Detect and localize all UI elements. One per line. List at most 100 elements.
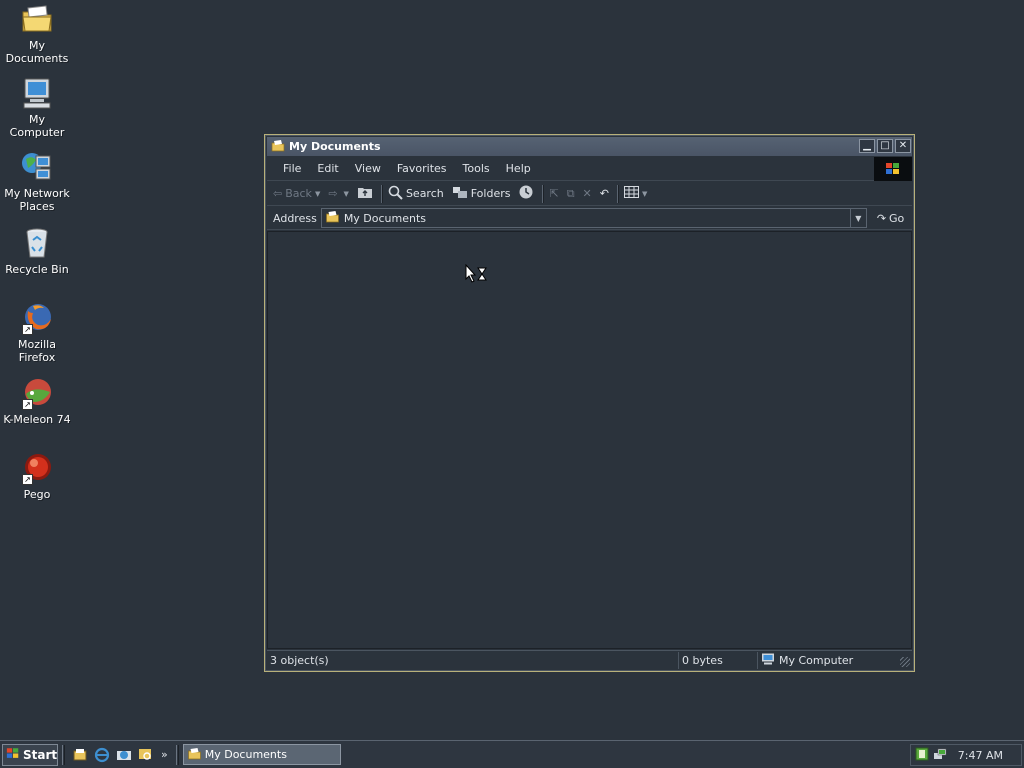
menu-tools[interactable]: Tools bbox=[455, 162, 498, 175]
folder-documents-icon bbox=[325, 210, 340, 226]
desktop-icon-k-meleon[interactable]: ↗ K-Meleon 74 bbox=[0, 376, 74, 426]
status-size: 0 bytes bbox=[679, 651, 758, 669]
go-arrow-icon: ↷ bbox=[876, 211, 887, 225]
explorer-window[interactable]: My Documents ▁ □ ✕ File Edit View Favori… bbox=[264, 134, 915, 672]
start-button[interactable]: Start bbox=[2, 743, 58, 766]
desktop-icon-my-computer[interactable]: My Computer bbox=[0, 76, 74, 139]
forward-button[interactable]: ⇨ ▼ bbox=[328, 187, 349, 200]
tray-app-icon[interactable] bbox=[915, 747, 929, 764]
minimize-icon: ▁ bbox=[863, 140, 871, 151]
maximize-button[interactable]: □ bbox=[877, 139, 893, 153]
kmeleon-icon: ↗ bbox=[20, 376, 54, 410]
firefox-icon: ↗ bbox=[20, 301, 54, 335]
desktop-icon-label: Recycle Bin bbox=[5, 263, 69, 276]
delete-button[interactable]: ✕ bbox=[583, 187, 592, 200]
search-button[interactable]: Search bbox=[388, 185, 444, 203]
up-folder-button[interactable] bbox=[357, 185, 373, 202]
desktop-icon-my-documents[interactable]: My Documents bbox=[0, 2, 74, 65]
quicklaunch-search-icon[interactable] bbox=[137, 746, 155, 764]
menu-help[interactable]: Help bbox=[498, 162, 539, 175]
network-icon bbox=[20, 150, 54, 184]
desktop-icon-my-network-places[interactable]: My Network Places bbox=[0, 150, 74, 213]
history-icon bbox=[518, 184, 534, 203]
minimize-button[interactable]: ▁ bbox=[859, 139, 875, 153]
copy-to-button[interactable]: ⧉ bbox=[567, 187, 575, 201]
history-button[interactable] bbox=[518, 184, 534, 203]
copy-to-icon: ⧉ bbox=[566, 186, 575, 200]
desktop-icon-label: K-Meleon 74 bbox=[3, 413, 71, 426]
taskbar-button-my-documents[interactable]: My Documents bbox=[182, 744, 341, 765]
undo-button[interactable]: ↶ bbox=[600, 187, 609, 200]
address-value: My Documents bbox=[343, 211, 427, 225]
busy-cursor-icon bbox=[465, 263, 489, 287]
views-grid-icon bbox=[623, 186, 639, 201]
windows-logo-icon bbox=[874, 157, 912, 181]
search-label: Search bbox=[405, 187, 444, 200]
computer-icon bbox=[20, 76, 54, 110]
desktop-icon-label: My Computer bbox=[9, 113, 65, 139]
pego-icon: ↗ bbox=[20, 451, 54, 485]
taskbar: Start » My Documents 7:47 AM bbox=[0, 740, 1024, 768]
title-bar[interactable]: My Documents ▁ □ ✕ bbox=[267, 137, 912, 156]
address-dropdown-button[interactable]: ▼ bbox=[849, 209, 866, 227]
file-list-area[interactable] bbox=[267, 231, 912, 649]
tray-network-icon[interactable] bbox=[933, 747, 947, 764]
address-input[interactable]: My Documents ▼ bbox=[320, 208, 867, 228]
address-bar: Address My Documents ▼ ↷ Go bbox=[267, 207, 912, 230]
desktop-icon-label: Pego bbox=[23, 488, 51, 501]
menu-view[interactable]: View bbox=[347, 162, 389, 175]
toolbar-separator bbox=[542, 184, 544, 203]
back-label: Back bbox=[285, 187, 312, 200]
close-button[interactable]: ✕ bbox=[895, 139, 911, 153]
folder-documents-icon bbox=[271, 139, 285, 155]
folders-button[interactable]: Folders bbox=[452, 185, 511, 202]
toolbar-separator bbox=[616, 184, 618, 203]
taskbar-separator bbox=[175, 744, 179, 765]
quicklaunch-more-button[interactable]: » bbox=[161, 748, 168, 761]
maximize-icon: □ bbox=[880, 140, 890, 151]
menu-bar: File Edit View Favorites Tools Help bbox=[267, 157, 912, 181]
folders-label: Folders bbox=[470, 187, 511, 200]
status-location: My Computer bbox=[758, 652, 908, 669]
delete-icon: ✕ bbox=[582, 187, 592, 200]
shortcut-arrow-icon: ↗ bbox=[22, 474, 33, 485]
move-to-icon: ⇱ bbox=[549, 187, 559, 200]
desktop-icon-mozilla-firefox[interactable]: ↗ Mozilla Firefox bbox=[0, 301, 74, 364]
shortcut-arrow-icon: ↗ bbox=[22, 324, 33, 335]
windows-logo-icon bbox=[6, 747, 20, 763]
recycle-bin-icon bbox=[20, 226, 54, 260]
folder-up-icon bbox=[357, 185, 373, 202]
chevron-down-icon: ▼ bbox=[855, 213, 862, 223]
desktop-icon-recycle-bin[interactable]: Recycle Bin bbox=[0, 226, 74, 276]
quicklaunch-internet-explorer-icon[interactable] bbox=[93, 746, 111, 764]
chevron-down-icon[interactable]: ▼ bbox=[315, 190, 320, 198]
resize-grip[interactable] bbox=[900, 657, 910, 667]
menu-favorites[interactable]: Favorites bbox=[389, 162, 455, 175]
toolbar-separator bbox=[380, 184, 382, 203]
move-to-button[interactable]: ⇱ bbox=[549, 187, 558, 200]
desktop-icon-pego[interactable]: ↗ Pego bbox=[0, 451, 74, 501]
desktop-icon-label: My Network Places bbox=[4, 187, 70, 213]
window-title: My Documents bbox=[289, 140, 381, 153]
chevron-down-icon[interactable]: ▼ bbox=[344, 190, 349, 198]
address-label: Address bbox=[273, 211, 317, 225]
quicklaunch-show-desktop-icon[interactable] bbox=[71, 746, 89, 764]
views-button[interactable]: ▼ bbox=[623, 186, 647, 201]
go-label: Go bbox=[889, 211, 905, 225]
taskbar-button-label: My Documents bbox=[204, 748, 287, 761]
status-objects: 3 object(s) bbox=[267, 651, 679, 669]
back-button[interactable]: ⇦ Back ▼ bbox=[273, 187, 320, 200]
menu-edit[interactable]: Edit bbox=[309, 162, 346, 175]
desktop-icon-label: My Documents bbox=[5, 39, 69, 65]
back-arrow-icon: ⇦ bbox=[273, 187, 283, 200]
close-icon: ✕ bbox=[898, 140, 908, 151]
menu-file[interactable]: File bbox=[275, 162, 309, 175]
clock[interactable]: 7:47 AM bbox=[958, 749, 1003, 762]
taskbar-separator bbox=[62, 744, 65, 765]
quicklaunch-outlook-express-icon[interactable] bbox=[115, 746, 133, 764]
status-location-label: My Computer bbox=[779, 653, 854, 667]
search-icon bbox=[388, 185, 403, 203]
folders-icon bbox=[452, 185, 468, 202]
go-button[interactable]: ↷ Go bbox=[877, 212, 904, 225]
status-bar: 3 object(s) 0 bytes My Computer bbox=[267, 650, 912, 669]
